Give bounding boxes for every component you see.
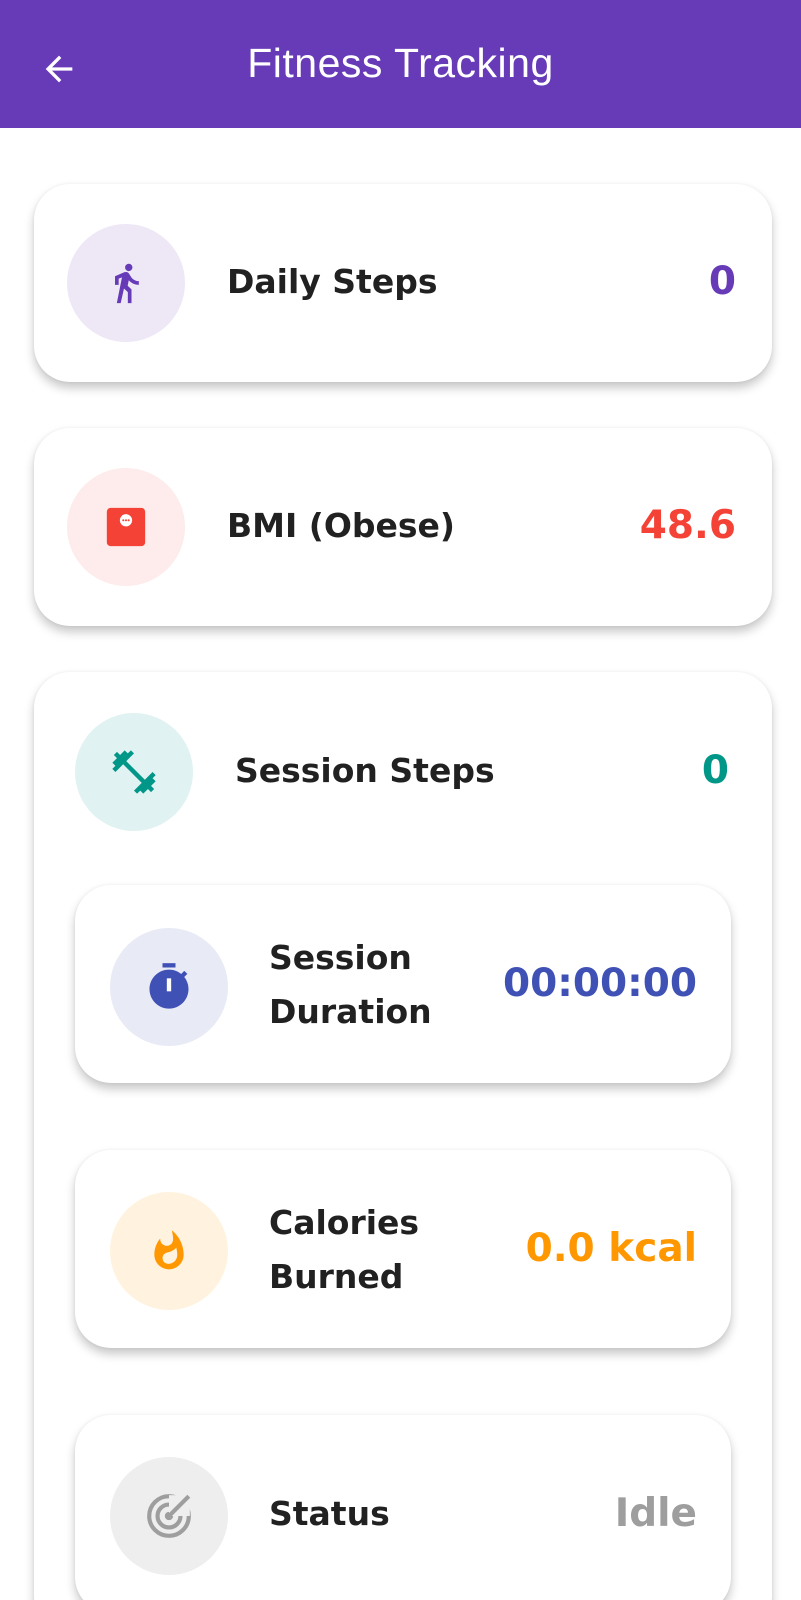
status-icon-circle	[110, 1457, 228, 1575]
session-duration-label-line1: Session	[269, 938, 412, 977]
fitness-tracking-screen: Fitness Tracking Daily Steps 0 BMI (Obes…	[0, 0, 801, 1600]
status-label: Status	[269, 1494, 390, 1533]
status-value: Idle	[614, 1491, 697, 1536]
walk-icon	[115, 263, 139, 304]
stopwatch-icon	[149, 963, 189, 1009]
fire-icon	[154, 1230, 184, 1270]
session-duration-icon-circle	[110, 928, 228, 1046]
daily-steps-card: Daily Steps 0	[34, 184, 772, 382]
session-steps-icon-circle	[75, 713, 193, 831]
bmi-value: 48.6	[639, 503, 736, 548]
calories-card: Calories Burned 0.0 kcal	[75, 1150, 731, 1348]
session-duration-label-line2: Duration	[269, 992, 432, 1031]
daily-steps-label: Daily Steps	[227, 262, 438, 301]
daily-steps-value: 0	[708, 259, 736, 304]
bmi-icon-circle	[67, 468, 185, 586]
bmi-label: BMI (Obese)	[227, 506, 456, 545]
radar-icon	[147, 1494, 191, 1538]
calories-icon-circle	[110, 1192, 228, 1310]
scale-icon	[106, 507, 146, 547]
session-steps-label: Session Steps	[235, 751, 495, 790]
daily-steps-icon-circle	[67, 224, 185, 342]
calories-label-line2: Burned	[269, 1257, 404, 1296]
calories-label-line1: Calories	[269, 1203, 420, 1242]
page-title: Fitness Tracking	[247, 40, 554, 86]
status-card: Status Idle	[75, 1415, 731, 1600]
calories-value: 0.0 kcal	[525, 1226, 697, 1271]
session-duration-value: 00:00:00	[502, 961, 697, 1006]
session-duration-card: Session Duration 00:00:00	[75, 885, 731, 1083]
app-bar: Fitness Tracking	[0, 0, 801, 128]
dumbbell-icon	[112, 750, 156, 794]
session-steps-value: 0	[701, 748, 729, 793]
bmi-card: BMI (Obese) 48.6	[34, 428, 772, 626]
